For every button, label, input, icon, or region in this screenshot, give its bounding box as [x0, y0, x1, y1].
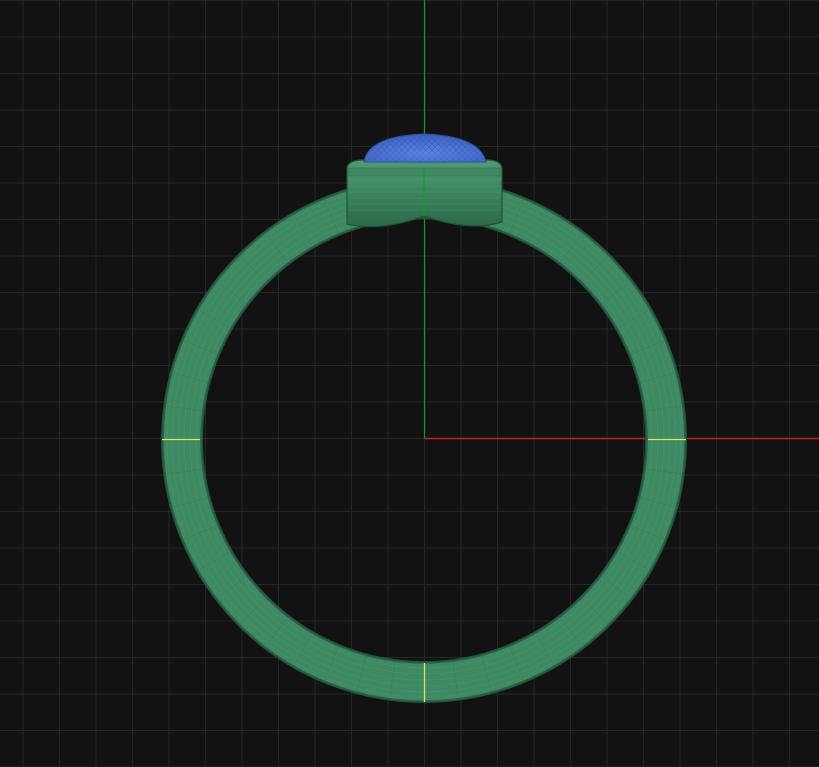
bezel-setting[interactable]: [346, 159, 503, 228]
viewport-grid: [0, 0, 819, 767]
viewport-canvas[interactable]: [0, 0, 819, 767]
3d-viewport[interactable]: [0, 0, 819, 767]
cabochon-gemstone[interactable]: [363, 133, 487, 163]
gemstone-mesh: [364, 134, 486, 162]
